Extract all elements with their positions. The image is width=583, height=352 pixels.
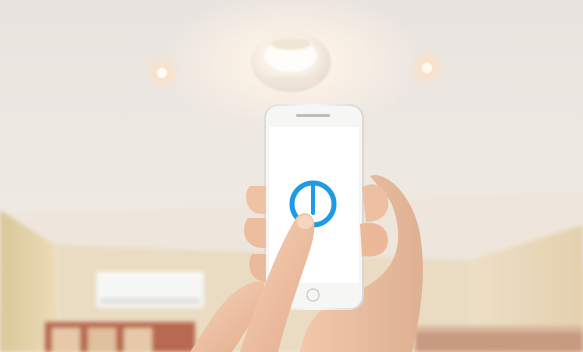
photo-scene [0,0,583,352]
spotlight-right [409,50,445,86]
phone-speaker [296,114,330,117]
photo-frame [0,0,583,352]
spotlight-left [144,55,180,91]
right-shelf [415,326,583,352]
air-conditioner [96,272,204,308]
fingernail [297,215,313,229]
red-furniture [45,322,195,352]
ceiling-lamp [251,32,331,92]
